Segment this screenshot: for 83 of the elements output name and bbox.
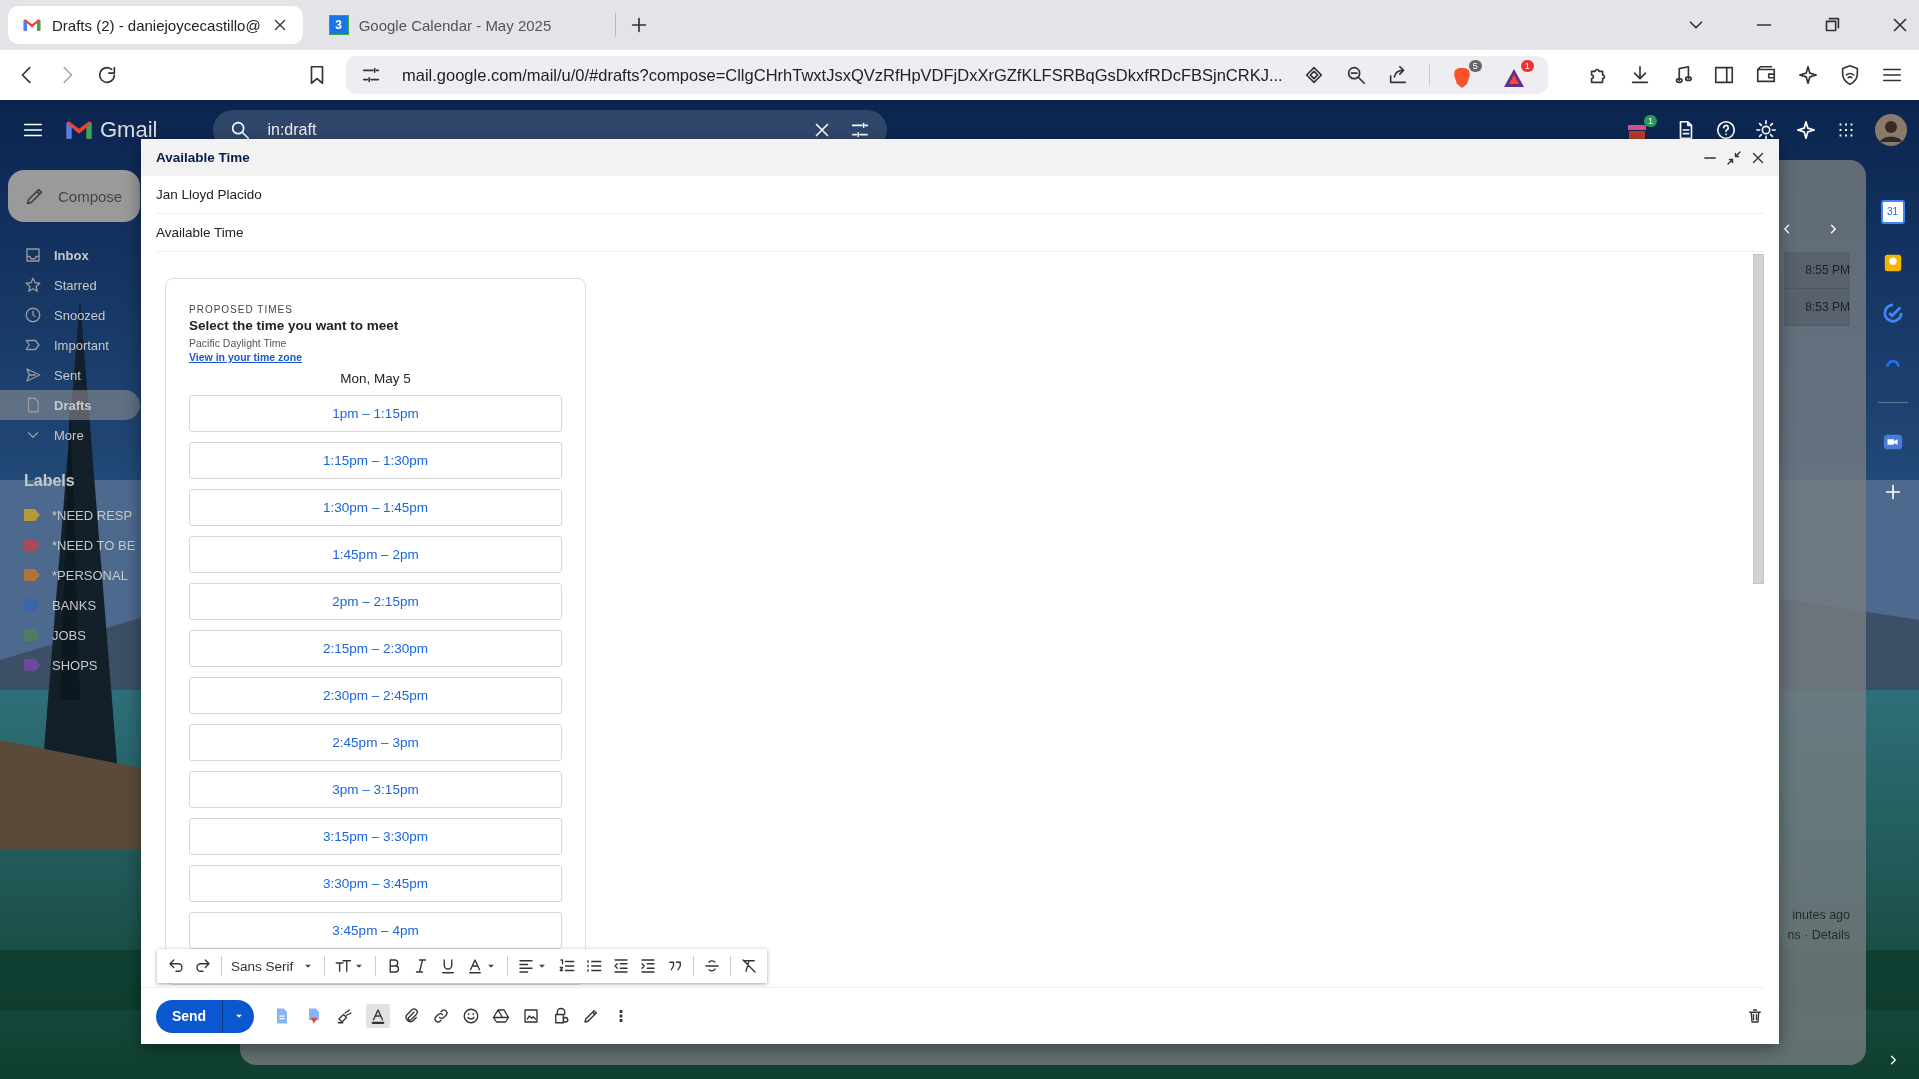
nav-item[interactable]: Starred <box>0 270 140 300</box>
align-icon <box>517 957 536 975</box>
reload-icon[interactable] <box>96 64 118 86</box>
time-slot-button[interactable]: 1:15pm – 1:30pm <box>189 442 562 479</box>
help-icon[interactable] <box>1715 119 1737 141</box>
time-slot-button[interactable]: 3:45pm – 4pm <box>189 912 562 949</box>
attach-icon[interactable] <box>402 1007 420 1025</box>
font-dropdown[interactable]: Sans Serif <box>231 958 316 974</box>
nav-item[interactable]: Drafts <box>0 390 140 420</box>
lock-clock-icon[interactable] <box>552 1007 570 1025</box>
formatting-options-button[interactable] <box>366 1004 390 1028</box>
search-icon[interactable] <box>229 119 252 141</box>
nav-item[interactable]: More <box>0 420 140 450</box>
card-eyebrow: PROPOSED TIMES <box>189 304 294 315</box>
subject-field[interactable]: Available Time <box>156 214 1764 252</box>
nav-item[interactable]: Snoozed <box>0 300 140 330</box>
label-item[interactable]: BANKS <box>0 590 140 620</box>
drive-icon[interactable] <box>492 1007 510 1025</box>
footer-text: inutes ago <box>1792 907 1850 924</box>
label-item[interactable]: JOBS <box>0 620 140 650</box>
browser-tab[interactable]: Drafts (2) - daniejoycecastillo@ <box>8 6 303 44</box>
download-icon[interactable] <box>1629 64 1651 86</box>
card-heading: Select the time you want to meet <box>189 318 400 333</box>
label-item[interactable]: *PERSONAL <box>0 560 140 590</box>
compose-title: Available Time <box>156 150 251 165</box>
settings-icon[interactable] <box>1755 119 1777 141</box>
inbox-icon <box>24 246 42 264</box>
time-slot-button[interactable]: 1:45pm – 2pm <box>189 536 562 573</box>
address-bar[interactable]: mail.google.com/mail/u/0/#drafts?compose=CllgCHrhTwxtJsxQVzRfHpVDFjDxXrGZfKLFSRBqGsDkxfRDcFBSjnCRKJ... 5 1 <box>346 56 1548 94</box>
count-badge: 1 <box>1520 60 1534 72</box>
avatar[interactable] <box>1875 114 1907 146</box>
link-icon[interactable] <box>432 1007 450 1025</box>
browser-tab[interactable]: 3 Google Calendar - May 2025 <box>314 6 603 44</box>
bulleted-list-icon[interactable] <box>585 957 604 975</box>
mail-time: 8:55 PM <box>1805 263 1850 277</box>
compose-button[interactable]: Compose <box>8 170 140 222</box>
footer-text: ns · Details <box>1787 927 1850 944</box>
time-slot-button[interactable]: 3:15pm – 3:30pm <box>189 818 562 855</box>
scrollbar[interactable] <box>1753 254 1764 584</box>
text-size-icon <box>334 957 353 975</box>
time-slot-button[interactable]: 2:45pm – 3pm <box>189 724 562 761</box>
time-slot-button[interactable]: 2:15pm – 2:30pm <box>189 630 562 667</box>
calendar-icon: 3 <box>328 15 349 35</box>
nav-item[interactable]: Important <box>0 330 140 360</box>
clock-icon <box>24 306 42 324</box>
time-slot-button[interactable]: 2pm – 2:15pm <box>189 583 562 620</box>
sidebar-icon[interactable] <box>1713 64 1735 86</box>
text-format-icon <box>369 1007 387 1025</box>
calendar-icon[interactable]: 31 <box>1880 200 1905 224</box>
recipient-field[interactable]: Jan Lloyd Placido <box>156 176 1764 214</box>
gmail-logo-text[interactable]: Gmail <box>100 117 158 143</box>
date-heading: Mon, May 5 <box>339 371 412 386</box>
photo-icon[interactable] <box>522 1007 540 1025</box>
undo-icon[interactable] <box>167 957 185 975</box>
delete-icon[interactable] <box>1746 1007 1764 1025</box>
send-icon <box>24 366 42 384</box>
emoji-icon[interactable] <box>462 1007 480 1025</box>
label-item[interactable]: SHOPS <box>0 650 140 680</box>
count-badge: 5 <box>1468 60 1482 72</box>
time-slot-button[interactable]: 3:30pm – 3:45pm <box>189 865 562 902</box>
tab-title: Google Calendar - May 2025 <box>358 16 553 34</box>
spell-check-icon[interactable] <box>336 1007 354 1025</box>
time-slot-button[interactable]: 1pm – 1:15pm <box>189 395 562 432</box>
sparkle-icon[interactable] <box>1797 64 1819 86</box>
star-icon <box>24 276 42 294</box>
indent-more-icon[interactable] <box>639 957 658 975</box>
pen-icon[interactable] <box>582 1007 600 1025</box>
time-slot-button[interactable]: 3pm – 3:15pm <box>189 771 562 808</box>
time-zone-link[interactable]: View in your time zone <box>189 351 302 363</box>
send-button[interactable]: Send <box>156 999 222 1033</box>
nav-item[interactable]: Inbox <box>0 240 140 270</box>
time-slot-button[interactable]: 1:30pm – 1:45pm <box>189 489 562 526</box>
nav-item[interactable]: Sent <box>0 360 140 390</box>
tab-title: Drafts (2) - daniejoycecastillo@ <box>52 16 261 34</box>
url-text: mail.google.com/mail/u/0/#drafts?compose=CllgCHrhTwxtJsxQVzRfHpVDFjDxXrGZfKLFSRBqGsDkxfRDcFBSjnCRKJ... <box>402 65 1283 85</box>
indent-less-icon[interactable] <box>612 957 631 975</box>
shield-icon[interactable] <box>1839 64 1861 86</box>
time-zone-text: Pacific Daylight Time <box>189 337 288 349</box>
mail-time: 8:53 PM <box>1805 300 1850 314</box>
time-slot-button[interactable]: 2:30pm – 2:45pm <box>189 677 562 714</box>
send-options-button[interactable] <box>222 999 254 1033</box>
redo-icon[interactable] <box>194 957 212 975</box>
tasks-icon[interactable] <box>1881 302 1904 324</box>
